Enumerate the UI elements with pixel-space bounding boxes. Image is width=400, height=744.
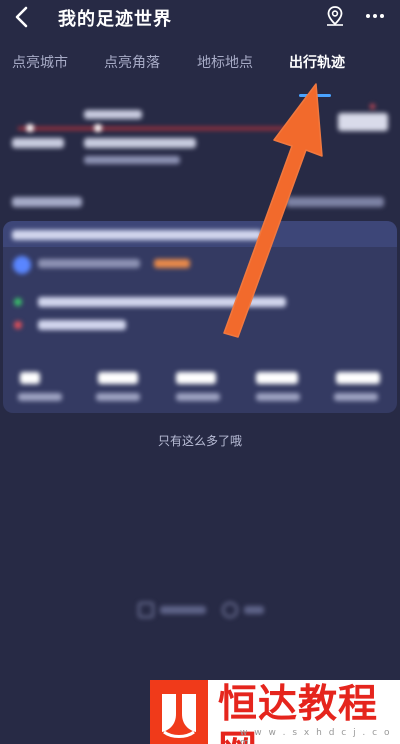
filter-button[interactable] xyxy=(338,113,388,131)
stat-duration-value xyxy=(336,372,380,384)
start-point-dot xyxy=(14,298,22,306)
route-destination-label xyxy=(84,138,196,148)
end-address xyxy=(38,320,126,330)
month-label xyxy=(12,197,82,207)
filter-badge xyxy=(370,104,375,109)
top-bar: 我的足迹世界 xyxy=(0,0,400,40)
route-origin-label xyxy=(12,138,64,148)
end-point-dot xyxy=(14,321,22,329)
tab-lit-cities[interactable]: 点亮城市 xyxy=(12,52,68,72)
stat-max-speed-label xyxy=(256,393,300,401)
watermark: 恒达教程网 w w w . s x h d c j . c o m xyxy=(150,680,400,744)
profile-icon[interactable] xyxy=(222,602,238,618)
stat-duration-label xyxy=(334,393,378,401)
trip-type-icon xyxy=(13,256,31,274)
tab-landmarks[interactable]: 地标地点 xyxy=(197,52,253,72)
tab-lit-corners[interactable]: 点亮角落 xyxy=(104,52,160,72)
start-address xyxy=(38,297,286,307)
route-mid-dot xyxy=(94,124,102,132)
tab-travel-tracks[interactable]: 出行轨迹 xyxy=(289,52,345,72)
trip-banner-text xyxy=(12,230,262,240)
stat-speed-value xyxy=(176,372,216,384)
trip-card[interactable] xyxy=(3,221,397,413)
stat-max-speed-value xyxy=(256,372,298,384)
route-start-dot xyxy=(26,124,34,132)
route-sub-label xyxy=(84,156,180,164)
share-label[interactable] xyxy=(160,606,206,614)
tab-bar: 点亮城市 点亮角落 地标地点 出行轨迹 xyxy=(0,52,400,92)
page-title: 我的足迹世界 xyxy=(58,9,172,30)
month-summary xyxy=(286,197,384,207)
profile-label[interactable] xyxy=(244,606,264,614)
stat-steps-value xyxy=(98,372,138,384)
watermark-logo-icon xyxy=(162,694,196,738)
more-horizontal-icon[interactable] xyxy=(364,8,386,24)
route-label xyxy=(84,110,142,119)
stat-steps-label xyxy=(96,393,140,401)
stat-distance-label xyxy=(18,393,62,401)
active-tab-indicator xyxy=(299,94,331,97)
stat-speed-label xyxy=(176,393,220,401)
trip-time xyxy=(38,259,140,268)
end-of-list-text: 只有这么多了哦 xyxy=(157,434,242,448)
route-line xyxy=(18,127,308,130)
stat-distance-value xyxy=(20,372,40,384)
trip-tag xyxy=(154,259,190,268)
chevron-left-icon[interactable] xyxy=(10,4,36,30)
share-icon[interactable] xyxy=(138,602,154,618)
watermark-url: w w w . s x h d c j . c o m xyxy=(240,728,392,744)
location-pin-icon[interactable] xyxy=(324,5,346,27)
watermark-logo xyxy=(150,680,208,744)
